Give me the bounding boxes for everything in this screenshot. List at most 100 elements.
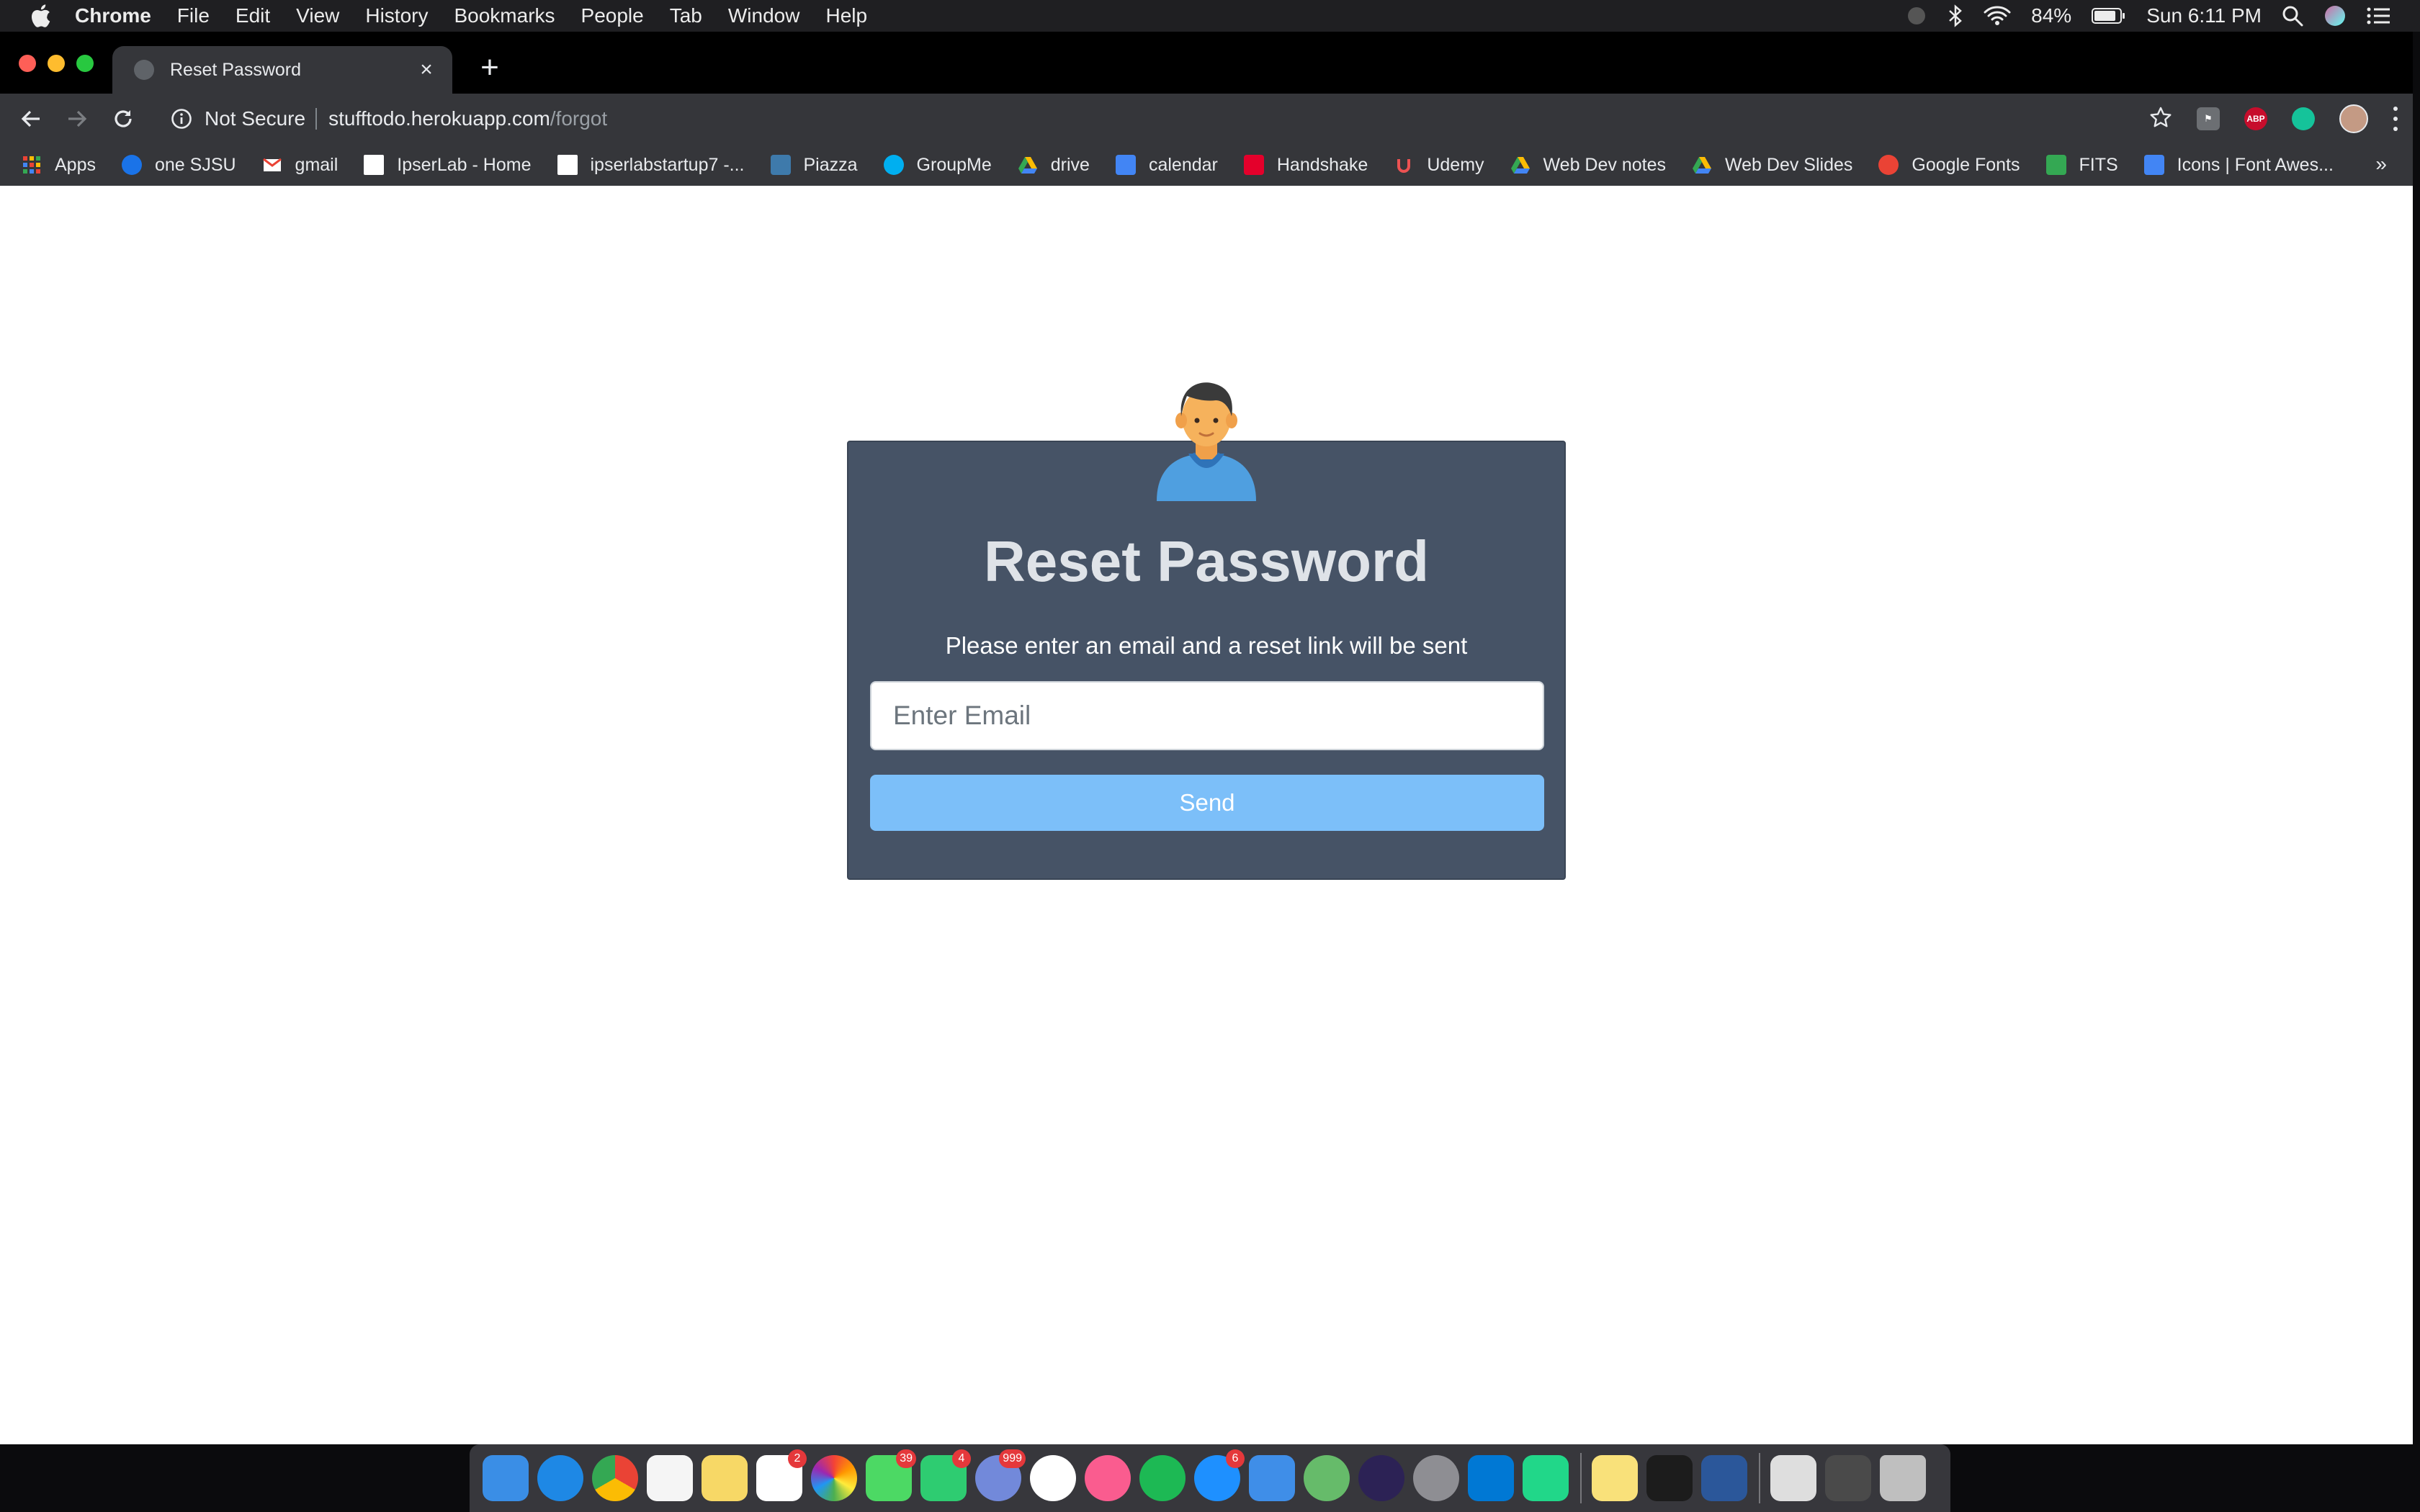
menu-history[interactable]: History [365, 4, 428, 27]
bookmark-udemy[interactable]: Udemy [1394, 155, 1484, 176]
close-tab-icon[interactable]: × [416, 59, 436, 81]
discord-icon[interactable]: 999 [975, 1449, 1026, 1501]
new-tab-button[interactable]: + [475, 52, 504, 84]
spotify-icon[interactable] [1139, 1455, 1186, 1501]
user-avatar-icon [1157, 382, 1256, 501]
toolbar-actions: ⚑ ABP [2149, 101, 2398, 137]
close-window-button[interactable] [19, 55, 36, 72]
facetime-icon[interactable]: 4 [920, 1449, 971, 1501]
url-host: stufftodo.herokuapp.com [328, 107, 550, 130]
bookmark-groupme[interactable]: GroupMe [883, 154, 992, 176]
bookmark-fits[interactable]: FITS [2045, 155, 2118, 176]
documents-stack-icon[interactable] [1770, 1455, 1816, 1501]
trash-icon[interactable] [1880, 1455, 1926, 1501]
bookmark-calendar[interactable]: calendar [1115, 155, 1218, 176]
menu-view[interactable]: View [296, 4, 339, 27]
eclipse-icon[interactable] [1358, 1455, 1404, 1501]
bookmark-handshake[interactable]: Handshake [1243, 155, 1368, 176]
menu-edit[interactable]: Edit [236, 4, 270, 27]
bookmark-label: GroupMe [916, 154, 992, 175]
email-input[interactable] [870, 681, 1544, 750]
chrome-menu-icon[interactable] [2393, 107, 2398, 131]
badge: 2 [788, 1449, 807, 1468]
extension-icon[interactable]: ⚑ [2197, 107, 2220, 130]
piazza-icon [770, 155, 791, 175]
bookmark-star-icon[interactable] [2149, 106, 2172, 132]
bookmark-ipserlab-home[interactable]: IpserLab - Home [364, 154, 532, 176]
slack-icon[interactable] [1030, 1455, 1076, 1501]
abp-icon[interactable]: ABP [2244, 107, 2267, 130]
app-store-icon[interactable]: 6 [1194, 1449, 1245, 1501]
send-button[interactable]: Send [870, 775, 1544, 831]
system-preferences-icon[interactable] [1413, 1455, 1459, 1501]
atom-icon[interactable] [1304, 1455, 1350, 1501]
menu-people[interactable]: People [581, 4, 644, 27]
safari-icon[interactable] [537, 1455, 583, 1501]
menu-file[interactable]: File [177, 4, 210, 27]
notification-center-icon[interactable] [2367, 6, 2391, 25]
bookmark-apps[interactable]: Apps [22, 155, 96, 176]
bookmark-label: IpserLab - Home [397, 154, 532, 175]
bookmark-label: Udemy [1427, 154, 1484, 175]
bookmark-google-fonts[interactable]: Google Fonts [1878, 155, 2020, 176]
security-label[interactable]: Not Secure [205, 107, 305, 130]
zoom-window-button[interactable] [76, 55, 94, 72]
calendar-app-icon[interactable] [647, 1455, 693, 1501]
spotlight-search-icon[interactable] [2282, 5, 2303, 27]
focus-status-icon[interactable] [1906, 5, 1927, 27]
badge: 999 [999, 1449, 1026, 1468]
menu-help[interactable]: Help [825, 4, 867, 27]
bookmark-one-sjsu[interactable]: one SJSU [121, 154, 236, 176]
chrome-icon[interactable] [592, 1455, 638, 1501]
tab-reset-password[interactable]: Reset Password × [112, 46, 452, 94]
menu-bookmarks[interactable]: Bookmarks [454, 4, 555, 27]
notes-icon[interactable] [702, 1455, 748, 1501]
more-bookmarks-button[interactable]: » [2375, 153, 2387, 176]
bookmark-drive[interactable]: drive [1018, 155, 1090, 176]
bookmark-ipserlabstartup7[interactable]: ipserlabstartup7 -... [557, 155, 745, 176]
reload-button[interactable] [109, 105, 137, 132]
grammarly-icon[interactable] [2292, 107, 2315, 130]
forward-button[interactable] [63, 105, 91, 132]
battery-icon[interactable] [2092, 7, 2126, 24]
handshake-icon [1243, 155, 1264, 175]
siri-icon[interactable] [2323, 4, 2347, 27]
terminal-icon[interactable] [1646, 1455, 1693, 1501]
xcode-icon[interactable] [1249, 1455, 1295, 1501]
messages-icon[interactable]: 39 [866, 1449, 916, 1501]
stickies-icon[interactable] [1592, 1455, 1638, 1501]
menu-window[interactable]: Window [728, 4, 800, 27]
bookmark-web-dev-slides[interactable]: Web Dev Slides [1692, 155, 1852, 176]
info-icon[interactable] [170, 107, 193, 130]
bookmark-piazza[interactable]: Piazza [770, 155, 858, 176]
page-title: Reset Password [983, 529, 1430, 593]
word-icon[interactable] [1701, 1455, 1747, 1501]
menu-tab[interactable]: Tab [670, 4, 702, 27]
bookmark-web-dev-notes[interactable]: Web Dev notes [1510, 155, 1666, 176]
screenshots-stack-icon[interactable] [1825, 1455, 1871, 1501]
arrow-left-icon [21, 110, 40, 127]
apple-icon[interactable] [27, 3, 53, 29]
minimize-window-button[interactable] [48, 55, 65, 72]
profile-avatar[interactable] [2339, 104, 2368, 133]
menu-app-name[interactable]: Chrome [75, 4, 151, 27]
bookmark-font-awesome-icons[interactable]: Icons | Font Awes... [2143, 155, 2334, 176]
photos-icon[interactable] [811, 1455, 857, 1501]
itunes-icon[interactable] [1085, 1455, 1131, 1501]
address-bar[interactable]: Not Secure stufftodo.herokuapp.com/forgo… [160, 101, 2133, 137]
finder-icon[interactable] [483, 1455, 529, 1501]
vscode-icon[interactable] [1468, 1455, 1514, 1501]
bluetooth-icon[interactable] [1948, 4, 1963, 27]
groupme-icon [883, 155, 904, 175]
clock[interactable]: Sun 6:11 PM [2146, 4, 2262, 27]
bookmark-label: Web Dev Slides [1725, 154, 1853, 175]
reminders-icon[interactable]: 2 [756, 1449, 807, 1501]
url-path: /forgot [550, 107, 608, 130]
bookmark-label: one SJSU [154, 154, 236, 175]
pycharm-icon[interactable] [1523, 1455, 1569, 1501]
back-button[interactable] [17, 105, 45, 132]
reset-password-card: Reset Password Please enter an email and… [847, 441, 1566, 880]
bookmark-gmail[interactable]: gmail [262, 155, 338, 176]
wifi-icon[interactable] [1984, 5, 2011, 27]
tab-title: Reset Password [170, 59, 302, 80]
